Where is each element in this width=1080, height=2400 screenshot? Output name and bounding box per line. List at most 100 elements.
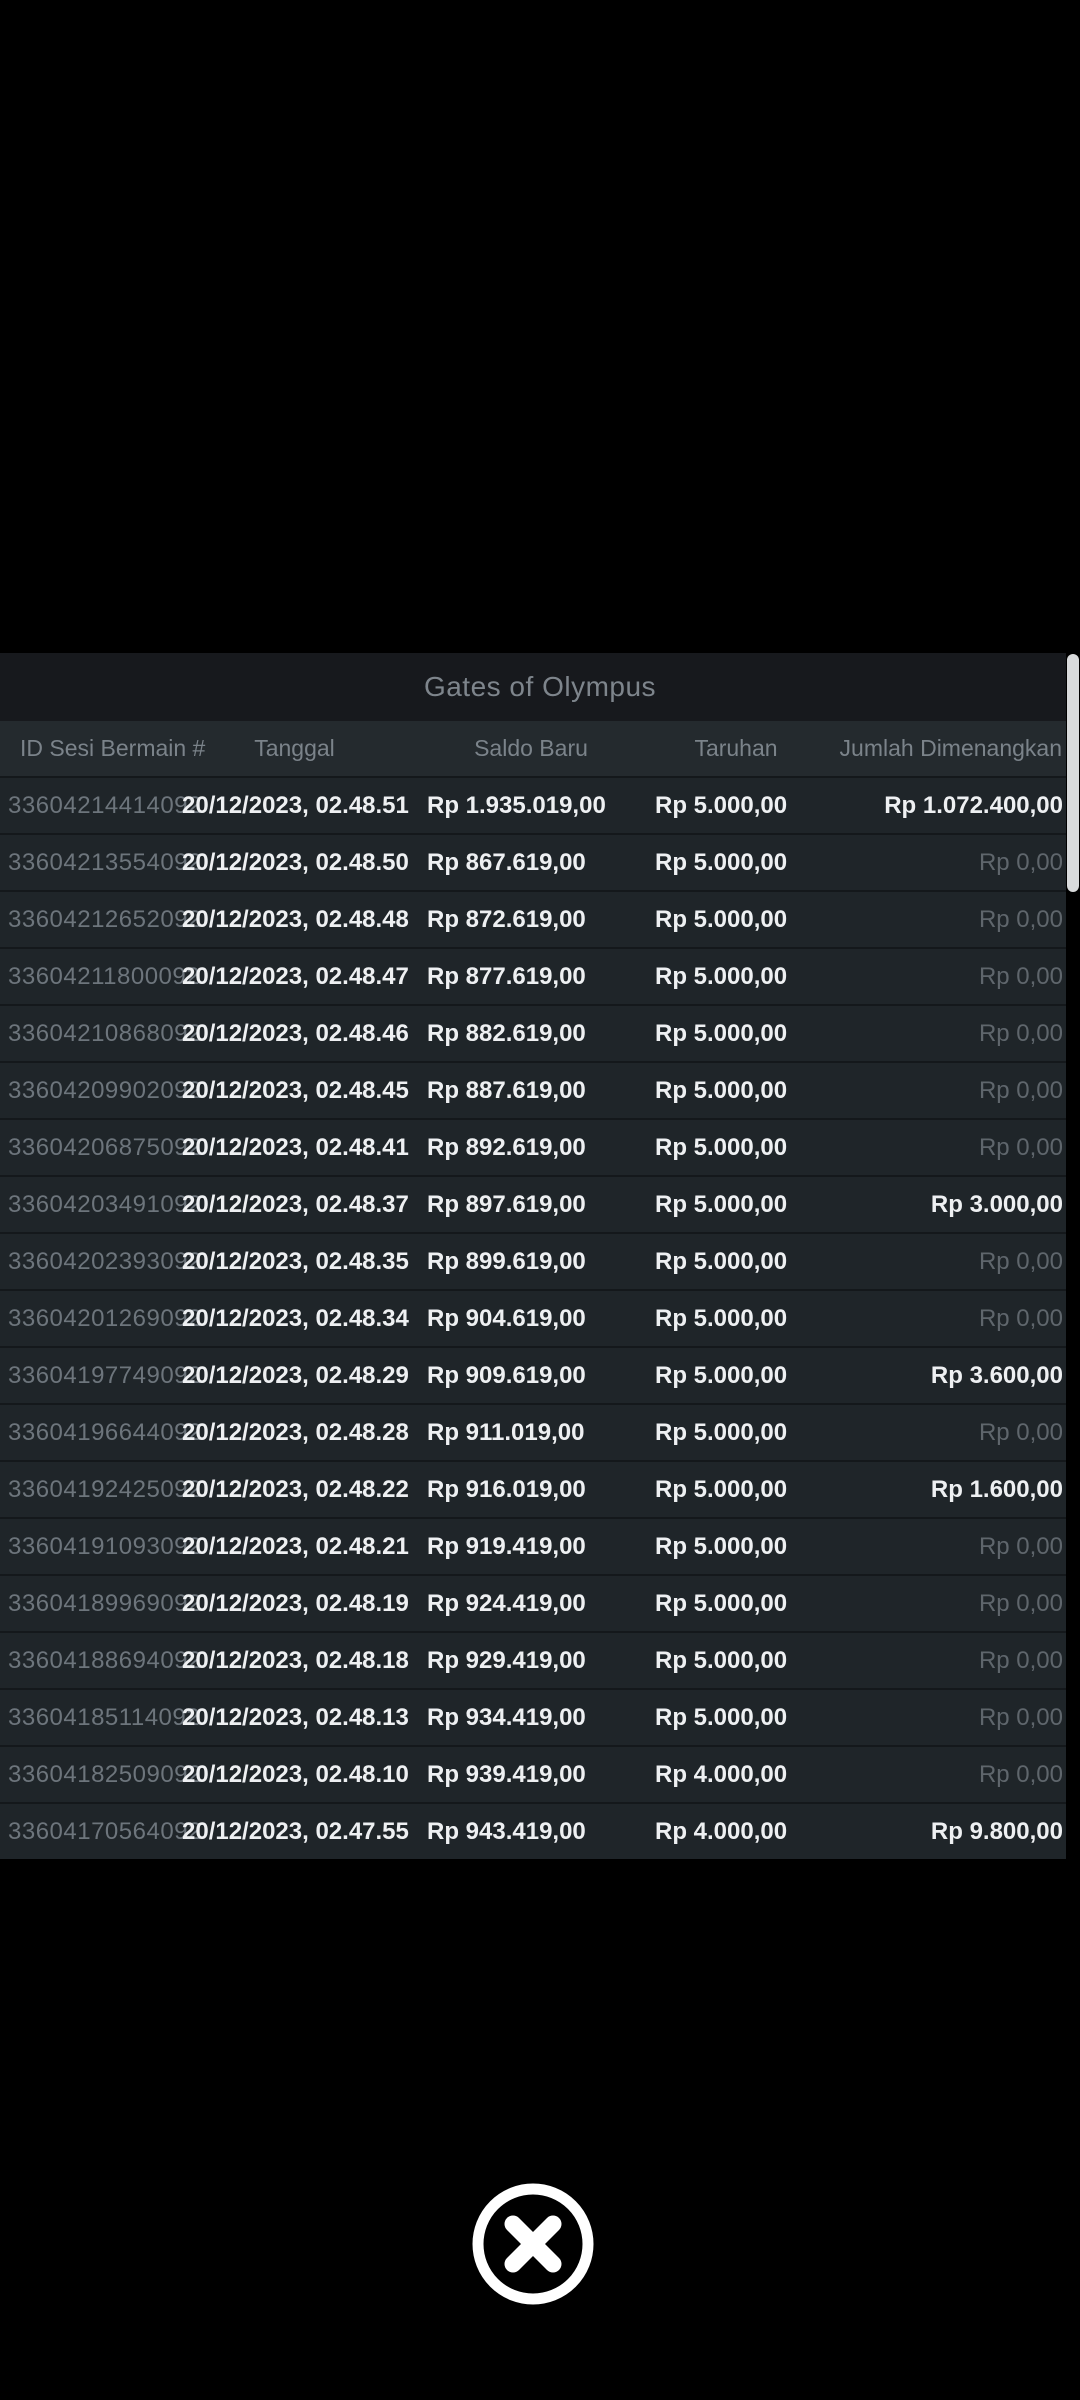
column-header-win: Jumlah Dimenangkan — [839, 735, 1062, 761]
table-row: 33604211800092 20/12/2023, 02.48.47 Rp 8… — [0, 947, 1066, 1004]
cell-bet: Rp 5.000,00 — [655, 1475, 788, 1503]
cell-win: Rp 1.072.400,00 — [884, 791, 1063, 819]
cell-date: 20/12/2023, 02.47.55 — [182, 1817, 409, 1845]
cell-date: 20/12/2023, 02.48.13 — [182, 1703, 409, 1731]
cell-bet: Rp 5.000,00 — [655, 791, 788, 819]
cell-balance: Rp 939.419,00 — [427, 1760, 586, 1788]
table-row: 33604206875092 20/12/2023, 02.48.41 Rp 8… — [0, 1118, 1066, 1175]
cell-bet: Rp 5.000,00 — [655, 1190, 788, 1218]
cell-win: Rp 0,00 — [978, 1247, 1063, 1275]
cell-balance: Rp 897.619,00 — [427, 1190, 586, 1218]
scrollbar-track — [1066, 653, 1080, 1823]
cell-bet: Rp 4.000,00 — [655, 1817, 788, 1845]
cell-balance: Rp 872.619,00 — [427, 905, 586, 933]
cell-date: 20/12/2023, 02.48.37 — [182, 1190, 409, 1218]
cell-win: Rp 0,00 — [978, 1076, 1063, 1104]
panel-titlebar: Gates of Olympus — [0, 653, 1080, 721]
cell-win: Rp 0,00 — [978, 1418, 1063, 1446]
cell-session-id: 33604192425092 — [8, 1475, 202, 1503]
table-header-row: ID Sesi Bermain # Tanggal Saldo Baru Tar… — [0, 721, 1066, 776]
cell-date: 20/12/2023, 02.48.18 — [182, 1646, 409, 1674]
table-row: 33604196644092 20/12/2023, 02.48.28 Rp 9… — [0, 1403, 1066, 1460]
table-row: 33604182509092 20/12/2023, 02.48.10 Rp 9… — [0, 1745, 1066, 1802]
cell-bet: Rp 5.000,00 — [655, 962, 788, 990]
cell-balance: Rp 916.019,00 — [427, 1475, 586, 1503]
cell-bet: Rp 5.000,00 — [655, 1247, 788, 1275]
cell-session-id: 33604182509092 — [8, 1760, 202, 1788]
cell-win: Rp 9.800,00 — [930, 1817, 1063, 1845]
cell-balance: Rp 1.935.019,00 — [427, 791, 606, 819]
cell-win: Rp 0,00 — [978, 1133, 1063, 1161]
cell-bet: Rp 5.000,00 — [655, 1532, 788, 1560]
cell-session-id: 33604197749092 — [8, 1361, 202, 1389]
cell-session-id: 33604201269092 — [8, 1304, 202, 1332]
cell-date: 20/12/2023, 02.48.22 — [182, 1475, 409, 1503]
cell-bet: Rp 5.000,00 — [655, 1133, 788, 1161]
cell-date: 20/12/2023, 02.48.34 — [182, 1304, 409, 1332]
cell-session-id: 33604214414092 — [8, 791, 202, 819]
cell-date: 20/12/2023, 02.48.51 — [182, 791, 409, 819]
cell-session-id: 33604189969092 — [8, 1589, 202, 1617]
cell-balance: Rp 904.619,00 — [427, 1304, 586, 1332]
cell-session-id: 33604211800092 — [8, 962, 201, 990]
cell-bet: Rp 5.000,00 — [655, 1703, 788, 1731]
cell-balance: Rp 943.419,00 — [427, 1817, 586, 1845]
column-header-balance: Saldo Baru — [474, 735, 588, 761]
cell-session-id: 33604170564092 — [8, 1817, 202, 1845]
cell-balance: Rp 899.619,00 — [427, 1247, 586, 1275]
cell-balance: Rp 877.619,00 — [427, 962, 586, 990]
cell-bet: Rp 5.000,00 — [655, 1646, 788, 1674]
cell-balance: Rp 882.619,00 — [427, 1019, 586, 1047]
table-row: 33604213554092 20/12/2023, 02.48.50 Rp 8… — [0, 833, 1066, 890]
table-row: 33604209902092 20/12/2023, 02.48.45 Rp 8… — [0, 1061, 1066, 1118]
cell-bet: Rp 5.000,00 — [655, 905, 788, 933]
column-header-session-id: ID Sesi Bermain # — [20, 735, 206, 761]
cell-bet: Rp 5.000,00 — [655, 848, 788, 876]
cell-session-id: 33604202393092 — [8, 1247, 202, 1275]
cell-date: 20/12/2023, 02.48.29 — [182, 1361, 409, 1389]
table-row: 33604210868092 20/12/2023, 02.48.46 Rp 8… — [0, 1004, 1066, 1061]
table-row: 33604202393092 20/12/2023, 02.48.35 Rp 8… — [0, 1232, 1066, 1289]
close-button[interactable] — [471, 2182, 595, 2306]
cell-balance: Rp 911.019,00 — [427, 1418, 585, 1446]
cell-bet: Rp 5.000,00 — [655, 1304, 788, 1332]
cell-win: Rp 0,00 — [978, 848, 1063, 876]
cell-bet: Rp 5.000,00 — [655, 1589, 788, 1617]
cell-session-id: 33604188694092 — [8, 1646, 202, 1674]
table-row: 33604214414092 20/12/2023, 02.48.51 Rp 1… — [0, 776, 1066, 833]
table-row: 33604201269092 20/12/2023, 02.48.34 Rp 9… — [0, 1289, 1066, 1346]
cell-balance: Rp 919.419,00 — [427, 1532, 586, 1560]
table-row: 33604170564092 20/12/2023, 02.47.55 Rp 9… — [0, 1802, 1066, 1859]
cell-session-id: 33604210868092 — [8, 1019, 202, 1047]
table-row: 33604188694092 20/12/2023, 02.48.18 Rp 9… — [0, 1631, 1066, 1688]
cell-balance: Rp 867.619,00 — [427, 848, 586, 876]
cell-win: Rp 0,00 — [978, 962, 1063, 990]
cell-win: Rp 3.000,00 — [930, 1190, 1063, 1218]
cell-date: 20/12/2023, 02.48.41 — [182, 1133, 409, 1161]
cell-bet: Rp 5.000,00 — [655, 1019, 788, 1047]
cell-balance: Rp 887.619,00 — [427, 1076, 586, 1104]
cell-win: Rp 0,00 — [978, 1760, 1063, 1788]
column-header-bet: Taruhan — [694, 735, 778, 761]
cell-date: 20/12/2023, 02.48.47 — [182, 962, 409, 990]
cell-bet: Rp 5.000,00 — [655, 1361, 788, 1389]
cell-win: Rp 0,00 — [978, 905, 1063, 933]
cell-win: Rp 0,00 — [978, 1532, 1063, 1560]
table-row: 33604203491092 20/12/2023, 02.48.37 Rp 8… — [0, 1175, 1066, 1232]
table-row: 33604185114092 20/12/2023, 02.48.13 Rp 9… — [0, 1688, 1066, 1745]
screen: Gates of Olympus ID Sesi Bermain # Tangg… — [0, 0, 1080, 2400]
cell-bet: Rp 5.000,00 — [655, 1418, 788, 1446]
cell-date: 20/12/2023, 02.48.19 — [182, 1589, 409, 1617]
table-row: 33604197749092 20/12/2023, 02.48.29 Rp 9… — [0, 1346, 1066, 1403]
cell-balance: Rp 924.419,00 — [427, 1589, 586, 1617]
cell-date: 20/12/2023, 02.48.10 — [182, 1760, 409, 1788]
scrollbar-thumb[interactable] — [1067, 654, 1079, 892]
cell-balance: Rp 929.419,00 — [427, 1646, 586, 1674]
cell-session-id: 33604209902092 — [8, 1076, 202, 1104]
cell-date: 20/12/2023, 02.48.50 — [182, 848, 409, 876]
column-header-date: Tanggal — [254, 735, 335, 761]
game-title: Gates of Olympus — [423, 671, 657, 702]
cell-balance: Rp 892.619,00 — [427, 1133, 586, 1161]
cell-balance: Rp 909.619,00 — [427, 1361, 586, 1389]
cell-date: 20/12/2023, 02.48.46 — [182, 1019, 409, 1047]
